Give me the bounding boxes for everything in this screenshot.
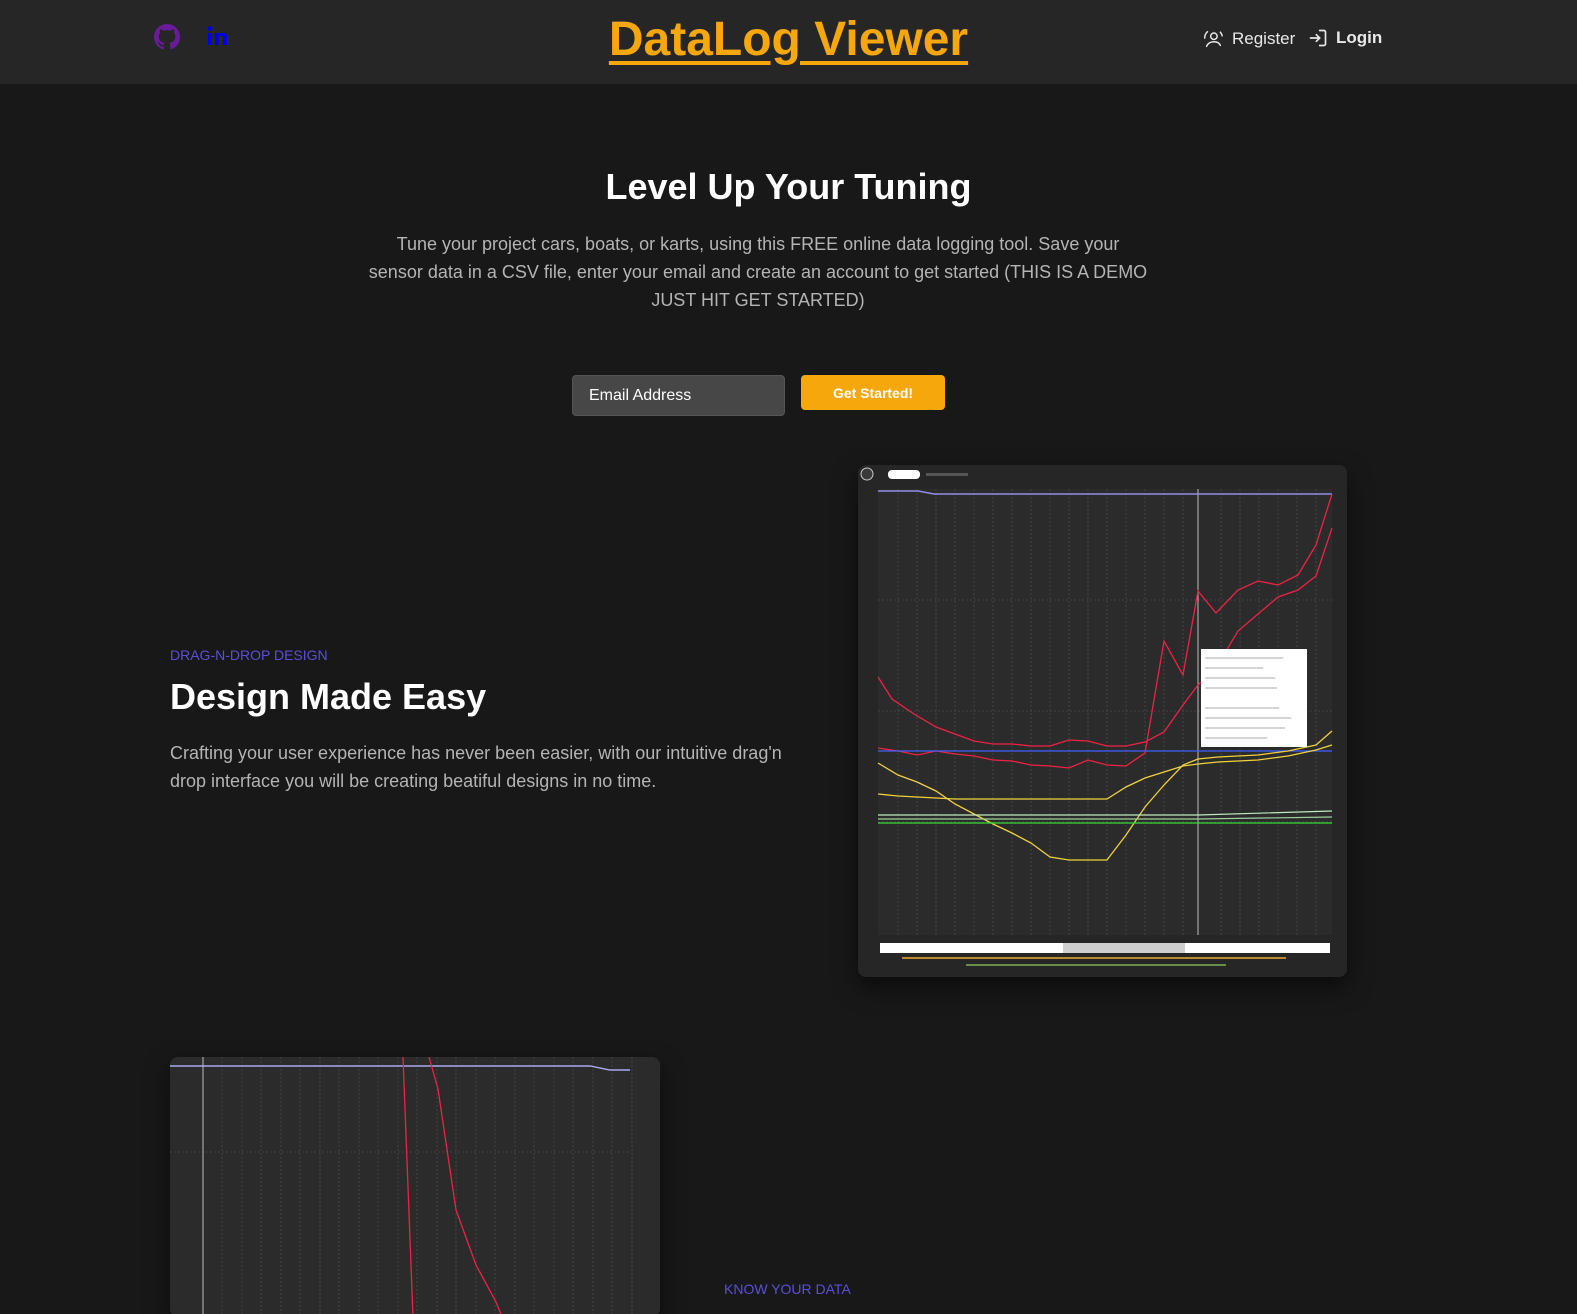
login-icon bbox=[1309, 29, 1327, 47]
login-nav-link[interactable]: Login bbox=[1308, 28, 1382, 48]
register-label: Register bbox=[1232, 29, 1296, 48]
top-navbar: DataLog Viewer Register Login bbox=[0, 0, 1577, 84]
app-screenshot-chart bbox=[858, 465, 1347, 977]
feature-eyebrow: KNOW YOUR DATA bbox=[724, 1281, 851, 1297]
get-started-button[interactable]: Get Started! bbox=[801, 375, 945, 410]
feature-eyebrow: DRAG-N-DROP DESIGN bbox=[170, 647, 328, 663]
feature-title: Design Made Easy bbox=[170, 676, 487, 717]
email-input[interactable] bbox=[572, 375, 785, 416]
feature-body: Crafting your user experience has never … bbox=[170, 743, 782, 791]
login-label: Login bbox=[1336, 28, 1383, 47]
hero-title: Level Up Your Tuning bbox=[605, 166, 972, 207]
register-nav-link[interactable]: Register bbox=[1202, 28, 1295, 50]
app-screenshot-chart-detail bbox=[170, 1057, 660, 1314]
hero-subtitle: Tune your project cars, boats, or karts,… bbox=[368, 234, 1148, 310]
register-icon bbox=[1204, 30, 1223, 48]
